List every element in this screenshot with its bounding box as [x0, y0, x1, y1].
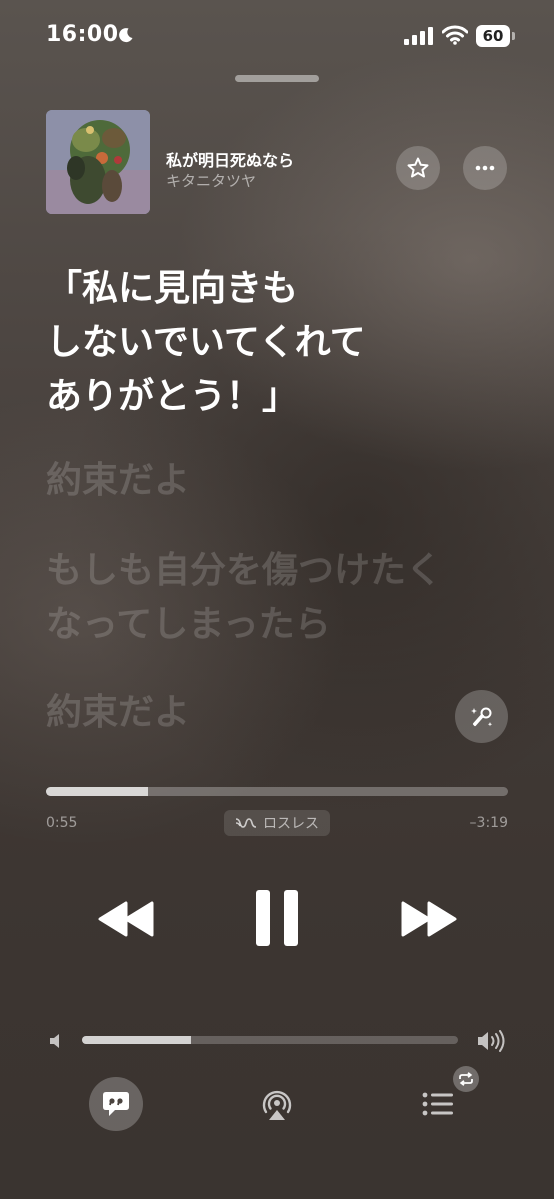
lyric-text: しないでいてくれて: [46, 322, 366, 363]
lyric-line-active[interactable]: 「私に見向きも しないでいてくれて ありがとう！」: [46, 262, 506, 424]
lyrics-icon: [103, 1092, 129, 1116]
airplay-icon: [262, 1090, 292, 1120]
volume-low-icon: [50, 1034, 59, 1048]
repeat-icon: [459, 1072, 473, 1086]
rewind-icon: [98, 901, 154, 937]
lyric-line[interactable]: もしも自分を傷つけたく なってしまったら: [46, 544, 516, 652]
favorite-button[interactable]: [396, 146, 440, 190]
lyric-text: ありがとう！」: [46, 376, 299, 417]
lyrics-button[interactable]: [89, 1077, 143, 1131]
album-artwork[interactable]: [46, 110, 150, 214]
status-time: 16:00: [46, 22, 119, 47]
volume-high-icon: [478, 1030, 505, 1052]
song-title[interactable]: 私が明日死ぬなら: [166, 147, 294, 171]
playback-scrubber[interactable]: [46, 787, 508, 796]
lyric-text: 「私に見向きも: [46, 268, 299, 309]
battery-icon: 60: [476, 25, 516, 47]
lyric-text: 約束だよ: [46, 460, 191, 501]
lyric-line[interactable]: 約束だよ: [46, 454, 516, 508]
lyric-text: 約束だよ: [46, 692, 191, 733]
star-icon: [407, 157, 429, 178]
cellular-signal-icon: [404, 27, 433, 45]
fast-forward-icon: [401, 901, 457, 937]
playback-progress-fill: [46, 787, 148, 796]
battery-level: 60: [482, 27, 504, 45]
volume-slider[interactable]: [82, 1036, 458, 1044]
lyric-text: もしも自分を傷つけたく: [46, 550, 443, 591]
repeat-indicator[interactable]: [453, 1066, 479, 1092]
sheet-grabber[interactable]: [235, 75, 319, 82]
lyric-text: なってしまったら: [46, 604, 331, 645]
airplay-button[interactable]: [258, 1088, 296, 1122]
sing-button[interactable]: [455, 690, 508, 743]
lyric-line[interactable]: 約束だよ: [46, 686, 516, 740]
more-icon: [475, 165, 495, 171]
wifi-icon: [442, 25, 468, 45]
pause-button[interactable]: [254, 888, 300, 948]
queue-icon: [422, 1092, 453, 1116]
sing-microphone-icon: [470, 707, 492, 726]
song-artist[interactable]: キタニタツヤ: [166, 170, 256, 191]
fast-forward-button[interactable]: [399, 898, 459, 940]
volume-fill: [82, 1036, 192, 1044]
elapsed-time: 0:55: [46, 815, 78, 831]
more-button[interactable]: [463, 146, 507, 190]
moon-icon: [119, 28, 133, 43]
pause-icon: [256, 890, 298, 946]
remaining-time: –3:19: [469, 815, 508, 831]
queue-button[interactable]: [420, 1090, 456, 1120]
lossless-label: ロスレス: [263, 816, 319, 832]
rewind-button[interactable]: [96, 898, 156, 940]
lossless-waveform-icon: [235, 818, 257, 828]
lossless-badge[interactable]: ロスレス: [224, 810, 330, 836]
